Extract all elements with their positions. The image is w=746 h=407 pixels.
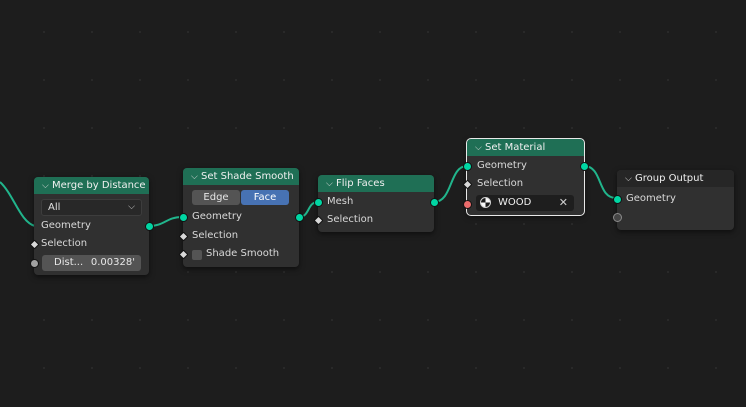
chevron-down-icon: ⌵: [128, 202, 135, 212]
shade-geometry-output-socket[interactable]: [295, 213, 304, 222]
set-material-node[interactable]: ⌵ Set Material Geometry Selection WOOD ✕: [462, 138, 589, 216]
material-name: WOOD: [498, 197, 532, 208]
set-shade-smooth-header[interactable]: ⌵ Set Shade Smooth: [183, 168, 299, 185]
merge-geometry-output-socket[interactable]: [145, 222, 154, 231]
shade-smooth-checkbox[interactable]: [192, 250, 202, 260]
merge-by-distance-header[interactable]: ⌵ Merge by Distance: [34, 177, 149, 194]
merge-selection-row: Selection: [41, 235, 87, 253]
merge-by-distance-node[interactable]: ⌵ Merge by Distance All ⌵ Geometry Select…: [29, 177, 154, 275]
group-output-title: Group Output: [635, 173, 704, 184]
shade-geometry-label: Geometry: [192, 211, 242, 222]
set-material-header[interactable]: ⌵ Set Material: [467, 139, 584, 156]
flip-faces-header[interactable]: ⌵ Flip Faces: [318, 175, 434, 192]
merge-selection-label: Selection: [41, 238, 88, 249]
output-geometry-label: Geometry: [626, 193, 676, 204]
close-icon[interactable]: ✕: [559, 195, 568, 211]
merge-distance-value: 0.00328': [90, 257, 135, 268]
material-geometry-input-socket[interactable]: [463, 162, 472, 171]
link-input-to-merge: [0, 181, 36, 227]
shade-smooth-label: Shade Smooth: [206, 248, 280, 259]
material-geometry-row: Geometry: [477, 157, 527, 175]
material-geometry-label: Geometry: [477, 160, 527, 171]
domain-face-toggle[interactable]: Face: [241, 190, 289, 205]
flip-mesh-row: Mesh: [327, 193, 353, 211]
flip-mesh-input-socket[interactable]: [314, 198, 323, 207]
merge-by-distance-title: Merge by Distance: [52, 180, 146, 191]
merge-mode-value: All: [48, 202, 61, 213]
flip-faces-node[interactable]: ⌵ Flip Faces Mesh Selection: [313, 175, 439, 232]
merge-distance-label: Dist...: [54, 257, 84, 268]
material-selector-field[interactable]: WOOD ✕: [476, 195, 574, 211]
shade-geometry-input-socket[interactable]: [179, 213, 188, 222]
material-selection-row: Selection: [477, 175, 523, 193]
output-geometry-row: Geometry: [626, 190, 676, 208]
flip-faces-title: Flip Faces: [336, 178, 385, 189]
merge-geometry-label: Geometry: [41, 220, 91, 231]
chevron-down-icon[interactable]: ⌵: [625, 171, 635, 187]
flip-selection-label: Selection: [327, 214, 374, 225]
shade-selection-row: Selection: [192, 227, 238, 245]
group-output-node[interactable]: ⌵ Group Output Geometry: [613, 170, 734, 230]
chevron-down-icon[interactable]: ⌵: [326, 176, 336, 192]
material-sphere-icon: [480, 197, 491, 208]
merge-mode-dropdown[interactable]: All ⌵: [41, 199, 142, 216]
material-input-socket[interactable]: [463, 200, 472, 209]
link-merge-to-shade: [148, 216, 183, 227]
set-shade-smooth-node[interactable]: ⌵ Set Shade Smooth Edge Face Geometry Sel…: [178, 168, 304, 267]
material-geometry-output-socket[interactable]: [580, 162, 589, 171]
set-material-title: Set Material: [485, 142, 546, 153]
shade-geometry-row: Geometry: [192, 208, 242, 226]
merge-distance-input-socket[interactable]: [30, 259, 39, 268]
output-geometry-input-socket[interactable]: [613, 195, 622, 204]
group-output-header[interactable]: ⌵ Group Output: [617, 170, 734, 187]
shade-selection-label: Selection: [192, 230, 239, 241]
flip-mesh-label: Mesh: [327, 196, 354, 207]
link-material-to-output: [583, 165, 617, 199]
chevron-down-icon[interactable]: ⌵: [475, 140, 485, 156]
merge-geometry-socket-row: Geometry: [41, 217, 91, 235]
shade-smooth-row: Shade Smooth: [206, 245, 279, 263]
merge-distance-field[interactable]: Dist... 0.00328': [42, 255, 141, 271]
flip-mesh-output-socket[interactable]: [430, 198, 439, 207]
set-shade-smooth-title: Set Shade Smooth: [201, 171, 294, 182]
material-selection-label: Selection: [477, 178, 524, 189]
flip-selection-row: Selection: [327, 211, 373, 229]
chevron-down-icon[interactable]: ⌵: [191, 169, 201, 185]
output-empty-input-socket[interactable]: [613, 213, 622, 222]
chevron-down-icon[interactable]: ⌵: [42, 178, 52, 194]
domain-edge-toggle[interactable]: Edge: [192, 190, 240, 205]
